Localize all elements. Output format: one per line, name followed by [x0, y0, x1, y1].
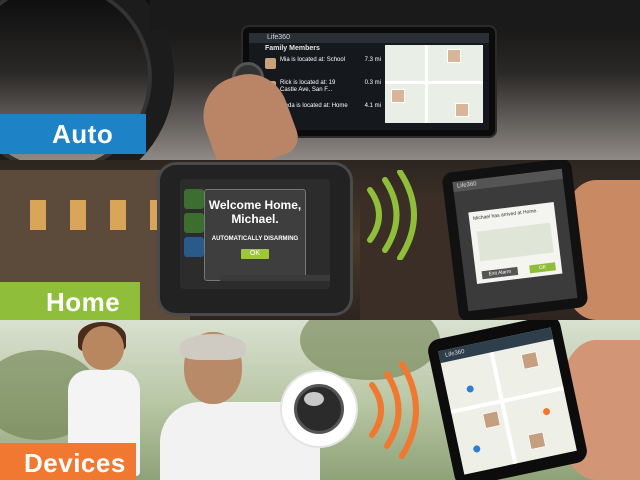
signal-arc [367, 187, 382, 243]
arrival-message: Michael has arrived at Home. [472, 208, 539, 222]
house-window [70, 200, 86, 230]
home-label: Home [0, 282, 140, 320]
phone-home: Life360 Michael has arrived at Home. Exi… [441, 160, 589, 320]
signal-arc [382, 177, 400, 253]
family-members-header: Family Members [265, 45, 320, 52]
signal-arc [399, 361, 419, 459]
welcome-dialog: Welcome Home, Michael. AUTOMATICALLY DIS… [204, 189, 306, 281]
signal-waves-icon [369, 361, 419, 459]
shield-icon[interactable] [184, 213, 204, 233]
car-map[interactable] [385, 45, 483, 123]
tablet-bottom-bar [220, 275, 330, 281]
promo-collage: Life360 Family Members Mia is located at… [0, 0, 640, 480]
house-window [110, 200, 126, 230]
dashboard-top [150, 0, 640, 30]
ok-button[interactable]: OK [529, 262, 556, 274]
alarm-tablet: Welcome Home, Michael. AUTOMATICALLY DIS… [160, 165, 350, 313]
phone-home-screen: Life360 Michael has arrived at Home. Exi… [452, 168, 578, 312]
home-section: Welcome Home, Michael. AUTOMATICALLY DIS… [0, 160, 640, 320]
map-road [385, 81, 483, 84]
tablet-screen: Welcome Home, Michael. AUTOMATICALLY DIS… [180, 179, 330, 289]
map-place-marker[interactable] [542, 407, 551, 416]
phone-app-title: Life360 [452, 168, 563, 193]
member-location: Mia is located at: School [280, 57, 346, 63]
map-road [489, 351, 518, 465]
arrival-alert-card: Michael has arrived at Home. Exit Alarm … [468, 202, 563, 284]
map-place-marker[interactable] [466, 384, 475, 394]
wearable-ring [294, 384, 344, 434]
map-road [425, 45, 428, 123]
wearable-device [282, 372, 356, 446]
exit-alarm-button[interactable]: Exit Alarm [481, 266, 519, 280]
signal-arc [384, 371, 402, 449]
bluetooth-icon[interactable] [184, 237, 204, 257]
member-distance: 0.3 mi [364, 80, 381, 86]
map-avatar-pin[interactable] [455, 103, 469, 117]
map-avatar-pin[interactable] [520, 350, 540, 370]
disarming-status: AUTOMATICALLY DISARMING [211, 236, 299, 242]
devices-section: Life360 Devices [0, 320, 640, 480]
member-location: Linda is located at: Home [280, 103, 348, 109]
signal-arc [369, 382, 384, 438]
signal-waves-icon [367, 170, 417, 260]
map-avatar-pin[interactable] [391, 89, 405, 103]
girl-head [82, 326, 124, 370]
man-hair [180, 334, 246, 360]
auto-section: Life360 Family Members Mia is located at… [0, 0, 640, 160]
member-row[interactable]: Mia is located at: School 7.3 mi [265, 57, 381, 79]
signal-arc [397, 170, 417, 260]
avatar [265, 58, 276, 69]
member-distance: 7.3 mi [364, 57, 381, 63]
auto-label: Auto [0, 114, 146, 154]
phone-devices-screen: Life360 [438, 327, 577, 475]
map-avatar-pin[interactable] [527, 431, 547, 451]
map-avatar-pin[interactable] [447, 49, 461, 63]
lock-icon[interactable] [184, 189, 204, 209]
member-distance: 4.1 mi [364, 103, 381, 109]
alert-map [476, 222, 554, 262]
ok-button[interactable]: OK [241, 249, 269, 259]
map-place-marker[interactable] [472, 444, 481, 454]
devices-label: Devices [0, 443, 136, 480]
wearable-gem [304, 392, 324, 406]
phone-devices: Life360 [425, 320, 590, 480]
house-window [30, 200, 46, 230]
map-avatar-pin[interactable] [482, 410, 502, 430]
member-location: Rick is located at: 19 Castle Ave, San F… [280, 80, 336, 93]
welcome-title: Welcome Home, Michael. [208, 198, 302, 226]
car-screen-app-title: Life360 [249, 33, 489, 43]
